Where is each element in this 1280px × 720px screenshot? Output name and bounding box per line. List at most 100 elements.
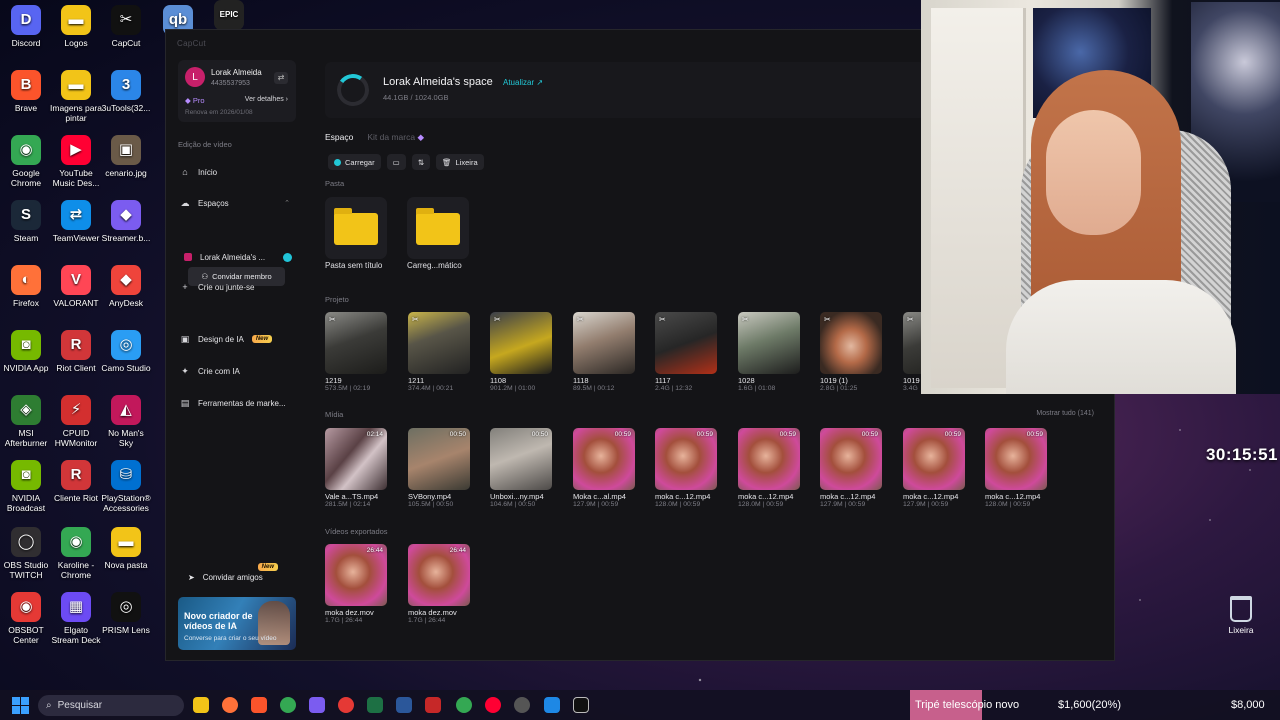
desktop-icon[interactable]: ◙ NVIDIA App [0, 330, 52, 373]
obs-icon[interactable] [514, 697, 530, 713]
desktop-icon[interactable]: ◎ Camo Studio [100, 330, 152, 373]
diamond-icon: ◆ [185, 96, 193, 105]
nav-create-join[interactable]: + Crie ou junte-se [180, 278, 298, 296]
project-thumbnail[interactable]: ✂ [655, 312, 717, 374]
media-meta: 128.0M | 00:59 [655, 501, 701, 508]
taskbar-search[interactable]: ⌕ Pesquisar [38, 695, 184, 716]
project-thumbnail[interactable]: ✂ [738, 312, 800, 374]
desktop-icon[interactable]: ◎ PRISM Lens [100, 592, 152, 635]
desktop-icon[interactable]: ▬ Nova pasta [100, 527, 152, 570]
capcut-badge-icon: ✂ [412, 315, 419, 324]
upload-button[interactable]: Carregar [328, 154, 381, 170]
media-thumbnail[interactable]: 00:59 [573, 428, 635, 490]
desktop-icon[interactable]: 3 3uTools(32... [100, 70, 152, 113]
nav-marketing-tools[interactable]: ▤ Ferramentas de marke... [180, 394, 298, 412]
desktop-icon[interactable]: ▦ Elgato Stream Deck [50, 592, 102, 645]
tab-espaco[interactable]: Espaço [325, 132, 353, 143]
desktop-icon[interactable]: ◭ No Man's Sky [100, 395, 152, 448]
desktop-icon[interactable]: ◆ Streamer.b... [100, 200, 152, 243]
desktop-icon[interactable]: R Riot Client [50, 330, 102, 373]
nav-ai-design[interactable]: ▣ Design de IA New [180, 330, 298, 348]
details-link[interactable]: Ver detalhes › [245, 96, 288, 103]
media-thumbnail[interactable]: 00:59 [655, 428, 717, 490]
excel-icon[interactable] [367, 697, 383, 713]
media-thumbnail[interactable]: 00:59 [820, 428, 882, 490]
project-thumbnail[interactable]: ✂ [490, 312, 552, 374]
desktop-icon[interactable]: ◙ NVIDIA Broadcast [0, 460, 52, 513]
desktop-icon-label: Google Chrome [10, 168, 42, 188]
desktop-icon[interactable]: ⚡ CPUID HWMonitor [50, 395, 102, 448]
upload-icon [334, 158, 341, 166]
chrome-profile-icon[interactable] [456, 697, 472, 713]
desktop-icon[interactable]: ⛁ PlayStation® Accessories [100, 460, 152, 513]
desktop-app-icon: 3 [111, 70, 141, 100]
desktop-icon[interactable]: ▣ cenario.jpg [100, 135, 152, 178]
sort-button[interactable]: ⇅ [411, 154, 430, 170]
recycle-bin[interactable]: Lixeira [1223, 596, 1259, 635]
desktop-icon[interactable]: S Steam [0, 200, 52, 243]
project-thumbnail[interactable]: ✂ [408, 312, 470, 374]
invite-friends-button[interactable]: ➤ Convidar amigos New [178, 563, 296, 588]
notepad-icon[interactable] [544, 697, 560, 713]
user-card[interactable]: L Lorak Almeida 4435537953 ⇄ ◆ Pro Ver d… [178, 60, 296, 122]
media-name: SVBony.mp4 [408, 492, 452, 501]
desktop-icon[interactable]: ⇄ TeamViewer [50, 200, 102, 243]
youtube-music-icon[interactable] [485, 697, 501, 713]
project-thumbnail[interactable]: ✂ [820, 312, 882, 374]
desktop-icon[interactable]: ◆ AnyDesk [100, 265, 152, 308]
show-all-link[interactable]: Mostrar tudo (141) [1036, 410, 1094, 417]
desktop-icon[interactable]: ◐ Firefox [0, 265, 52, 308]
trash-button[interactable]: 🗑 Lixeira [435, 154, 484, 170]
desktop-icon[interactable]: ▶ YouTube Music Des... [50, 135, 102, 188]
pro-label: Pro [192, 96, 205, 105]
desktop-icon[interactable]: ◉ OBSBOT Center [0, 592, 52, 645]
media-thumbnail[interactable]: 02:14 [325, 428, 387, 490]
recycle-bin-icon [1230, 596, 1252, 622]
project-thumbnail[interactable]: ✂ [573, 312, 635, 374]
exported-meta: 1.7G | 26:44 [325, 617, 363, 624]
tab-kit-da-marca[interactable]: Kit da marca ◆ [367, 132, 424, 143]
space-item[interactable]: Lorak Almeida's ... [184, 249, 292, 265]
streamer-bot-icon[interactable] [309, 697, 325, 713]
new-folder-button[interactable]: ▭ [386, 154, 406, 170]
desktop-icon[interactable]: ◉ Karoline - Chrome [50, 527, 102, 580]
desktop-icon[interactable]: V VALORANT [50, 265, 102, 308]
word-icon[interactable] [396, 697, 412, 713]
desktop-icon[interactable]: ◉ Google Chrome [0, 135, 52, 188]
obsbot-icon[interactable] [338, 697, 354, 713]
duration-badge: 26:44 [366, 547, 383, 554]
nav-inicio[interactable]: ⌂ Início [180, 163, 298, 181]
game-icon[interactable] [425, 697, 441, 713]
media-thumbnail[interactable]: 00:59 [985, 428, 1047, 490]
desktop-icon[interactable]: ▬ Logos [50, 5, 102, 48]
exported-thumbnail[interactable]: 26:44 [325, 544, 387, 606]
project-thumbnail[interactable]: ✂ [325, 312, 387, 374]
desktop-icon[interactable]: B Brave [0, 70, 52, 113]
desktop-icon[interactable]: ✂ CapCut [100, 5, 152, 48]
desktop-icon[interactable]: R Cliente Riot [50, 460, 102, 503]
media-thumbnail[interactable]: 00:59 [903, 428, 965, 490]
exported-thumbnail[interactable]: 26:44 [408, 544, 470, 606]
brave-icon[interactable] [251, 697, 267, 713]
update-link[interactable]: Atualizar ↗ [503, 78, 543, 87]
media-thumbnail[interactable]: 00:59 [738, 428, 800, 490]
switch-account-icon[interactable]: ⇄ [274, 72, 288, 84]
capcut-icon[interactable] [573, 697, 589, 713]
desktop-icon[interactable]: ▬ Imagens para pintar [50, 70, 102, 123]
firefox-icon[interactable] [222, 697, 238, 713]
nav-espacos[interactable]: ☁ Espaços ⌃ [180, 194, 298, 212]
desktop-icon[interactable]: ◯ OBS Studio TWITCH [0, 527, 52, 580]
media-thumbnail[interactable]: 00:50 [490, 428, 552, 490]
media-thumbnail[interactable]: 00:50 [408, 428, 470, 490]
file-explorer-icon[interactable] [193, 697, 209, 713]
promo-banner[interactable]: Novo criador de vídeos de IA Converse pa… [178, 597, 296, 650]
nav-create-ai[interactable]: ✦ Crie com IA [180, 362, 298, 380]
windows-start-icon[interactable] [12, 697, 29, 714]
desktop-icon[interactable]: ◈ MSI Afterburner [0, 395, 52, 448]
search-icon: ⌕ [46, 700, 52, 711]
folder-card[interactable] [407, 197, 469, 259]
nav-marketing-tools-label: Ferramentas de marke... [198, 398, 286, 408]
folder-card[interactable] [325, 197, 387, 259]
desktop-icon[interactable]: D Discord [0, 5, 52, 48]
chrome-icon[interactable] [280, 697, 296, 713]
